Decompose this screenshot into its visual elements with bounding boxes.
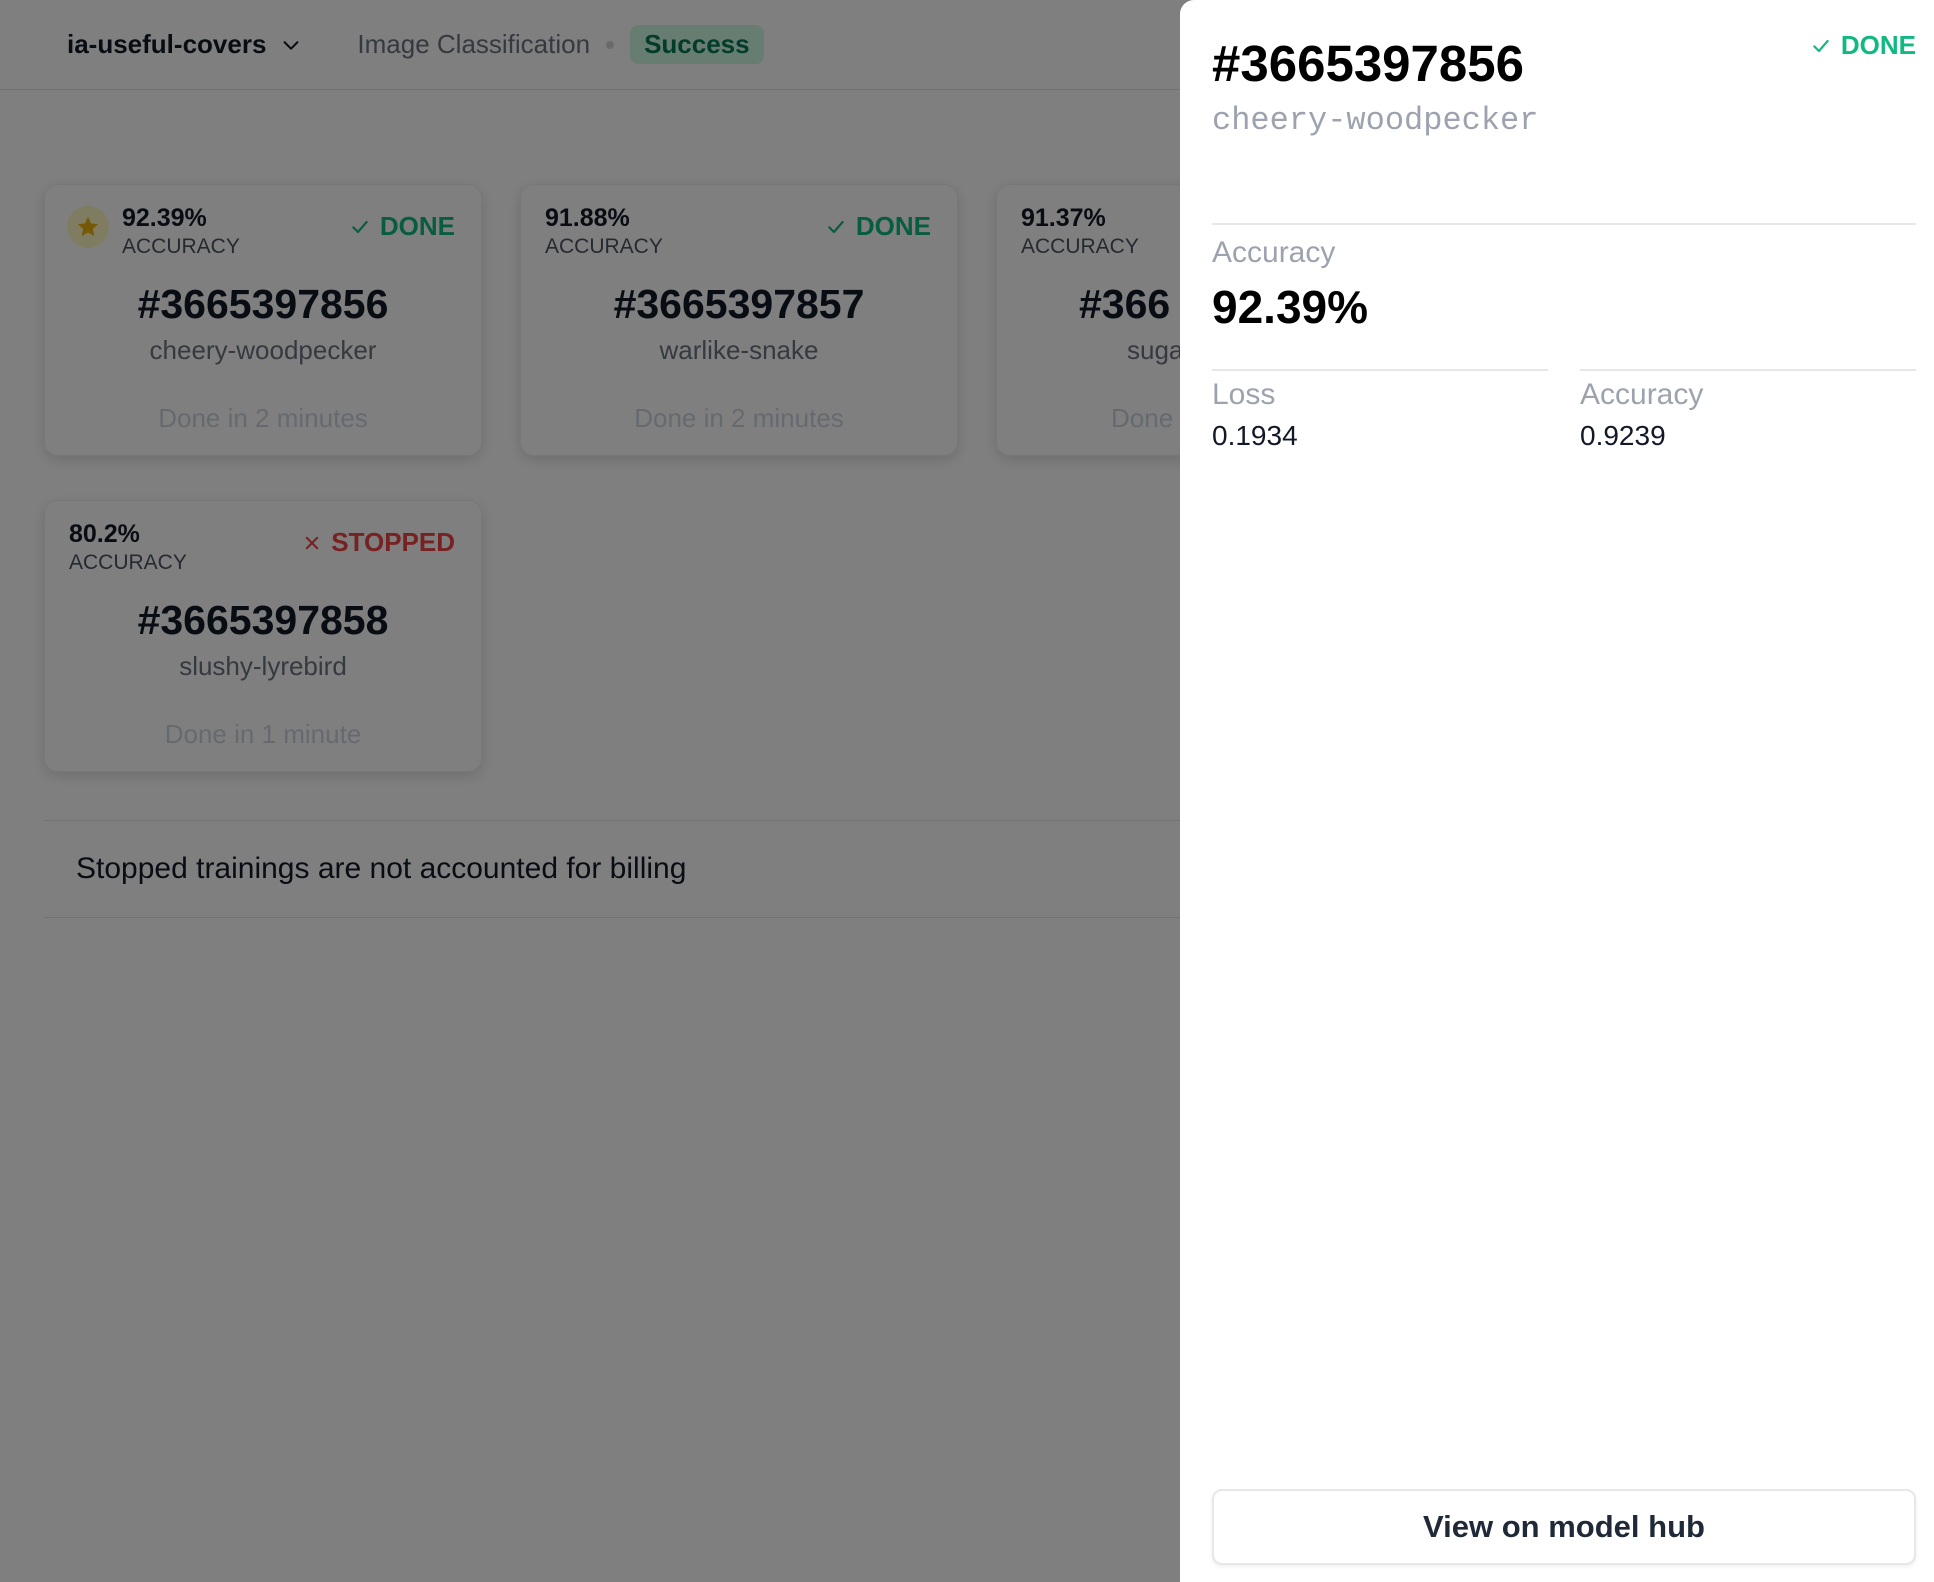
panel-run-name: cheery-woodpecker xyxy=(1212,102,1539,139)
panel-status-badge: DONE xyxy=(1811,30,1916,61)
panel-status-label: DONE xyxy=(1840,30,1916,60)
accuracy-metric-value: 0.9239 xyxy=(1580,420,1666,451)
run-detail-panel: #3665397856 cheery-woodpecker DONE Accur… xyxy=(1180,0,1934,1582)
divider xyxy=(1212,369,1548,371)
check-icon xyxy=(1813,39,1829,52)
divider xyxy=(1212,223,1916,225)
divider xyxy=(1580,369,1916,371)
loss-label: Loss xyxy=(1212,378,1276,411)
view-on-model-hub-button[interactable]: View on model hub xyxy=(1212,1489,1916,1565)
accuracy-value: 92.39% xyxy=(1212,281,1369,333)
panel-run-id: #3665397856 xyxy=(1212,35,1525,92)
loss-value: 0.1934 xyxy=(1212,420,1298,451)
accuracy-label: Accuracy xyxy=(1212,236,1336,269)
accuracy-metric-label: Accuracy xyxy=(1580,378,1704,411)
